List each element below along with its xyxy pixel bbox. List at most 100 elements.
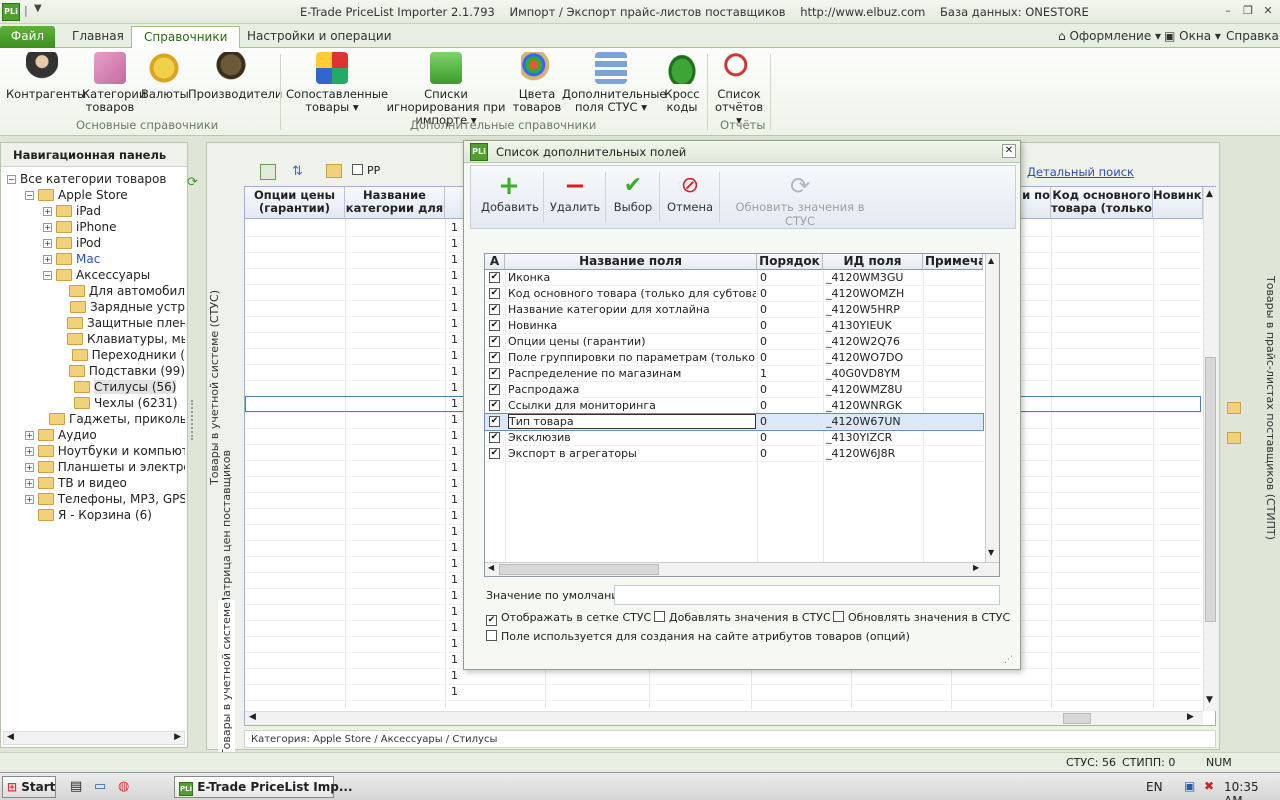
col-header-id[interactable]: ИД поля — [823, 254, 923, 270]
quick-launch-explorer-icon[interactable]: ▤ — [70, 779, 82, 794]
collapse-icon[interactable]: − — [43, 270, 52, 280]
field-order-cell[interactable]: 0 — [760, 383, 820, 396]
tree-node[interactable]: + iPad — [7, 203, 185, 219]
refresh-values-button[interactable]: ⟳ Обновить значения в СТУС — [725, 172, 875, 228]
side-tab-accounting[interactable]: Товары в учетной системе — [218, 600, 235, 759]
used-for-attrs-option[interactable]: Поле используется для создания на сайте … — [486, 630, 910, 643]
grid-vscroll-thumb[interactable] — [1205, 357, 1216, 622]
field-order-cell[interactable]: 0 — [760, 287, 820, 300]
field-id-cell[interactable]: _4120W6J8R — [826, 447, 922, 460]
grid-hscroll-thumb[interactable] — [1063, 713, 1091, 724]
tree-node[interactable]: + Телефоны, MP3, GPS — [7, 491, 185, 507]
tree-node[interactable]: + Ноутбуки и компьюте — [7, 443, 185, 459]
field-name-cell[interactable]: Распродажа — [508, 383, 756, 396]
splitter-handle[interactable] — [191, 400, 195, 440]
grid-row-value[interactable]: 1 — [451, 573, 458, 586]
app-logo-icon[interactable]: PLi — [2, 3, 20, 21]
matched-products-button[interactable]: Сопоставленные товары ▾ — [286, 52, 388, 114]
field-id-cell[interactable]: _4130YIEUK — [826, 319, 922, 332]
currencies-button[interactable]: Валюты — [141, 52, 189, 101]
colors-button[interactable]: Цвета товаров — [512, 52, 562, 114]
detailed-search-link[interactable]: Детальный поиск — [1027, 165, 1134, 179]
field-id-cell[interactable]: _4120W5HRP — [826, 303, 922, 316]
field-order-cell[interactable]: 0 — [760, 351, 820, 364]
expand-icon[interactable]: + — [25, 446, 34, 456]
grid-row-value[interactable]: 1 — [451, 221, 458, 234]
field-order-cell[interactable]: 0 — [760, 319, 820, 332]
update-values-option[interactable]: Обновлять значения в СТУС — [833, 611, 1010, 624]
field-row[interactable]: ✔ Распродажа 0 _4120WMZ8U — [485, 382, 983, 398]
grid-row-value[interactable]: 1 — [451, 605, 458, 618]
tab-references[interactable]: Справочники — [131, 26, 241, 48]
grid-row-value[interactable]: 1 — [451, 621, 458, 634]
field-name-cell[interactable]: Ссылки для мониторинга — [508, 399, 756, 412]
grid-vertical-scrollbar[interactable]: ▲ ▼ — [1203, 187, 1217, 711]
grid-row-value[interactable]: 1 — [451, 477, 458, 490]
close-button[interactable]: ✕ — [1260, 4, 1276, 18]
field-order-cell[interactable]: 0 — [760, 335, 820, 348]
grid-header[interactable]: и по — [1021, 187, 1051, 219]
field-id-cell[interactable]: _40G0VD8YM — [826, 367, 922, 380]
extra-fields-button[interactable]: Дополнительные поля СТУС ▾ — [562, 52, 667, 114]
tree-node[interactable]: Стилусы (56) — [7, 379, 185, 395]
grid-row-value[interactable]: 1 — [451, 253, 458, 266]
expand-icon[interactable]: + — [43, 238, 52, 248]
grid-header[interactable]: Опции цены (гарантии) — [245, 187, 345, 219]
col-header-name[interactable]: Название поля — [505, 254, 757, 270]
field-id-cell[interactable]: _4120WMZ8U — [826, 383, 922, 396]
scroll-left-icon[interactable]: ◀ — [7, 732, 14, 742]
scroll-right-icon[interactable]: ▶ — [1187, 712, 1194, 722]
windows-menu[interactable]: ▣ Окна ▾ — [1164, 29, 1221, 43]
minimize-button[interactable]: – — [1220, 4, 1236, 18]
tree-node[interactable]: − Все категории товаров — [7, 171, 185, 187]
network-icon[interactable]: ▣ — [1184, 779, 1195, 793]
grid-row-value[interactable]: 1 — [451, 317, 458, 330]
tree-node[interactable]: Защитные плен — [7, 315, 185, 331]
export-icon[interactable] — [260, 164, 276, 180]
volume-muted-icon[interactable]: ✖ — [1204, 779, 1214, 793]
tree-node[interactable]: + ТВ и видео — [7, 475, 185, 491]
tree-node[interactable]: Я - Корзина (6) — [7, 507, 185, 521]
field-order-cell[interactable]: 0 — [760, 303, 820, 316]
taskbar-app-button[interactable]: PLi E-Trade PriceList Imp... — [174, 776, 353, 798]
field-row[interactable]: ✔ Ссылки для мониторинга 0 _4120WNRGK — [485, 398, 983, 414]
used-for-attrs-checkbox[interactable] — [486, 630, 497, 641]
row-active-checkbox[interactable]: ✔ — [489, 368, 500, 379]
ignore-lists-button[interactable]: Списки игнорирования при импорте ▾ — [381, 52, 511, 127]
tab-settings[interactable]: Настройки и операции — [235, 26, 404, 48]
field-row[interactable]: ✔ Эксклюзив 0 _4130YIZCR — [485, 430, 983, 446]
table-horizontal-scrollbar[interactable]: ◀ ▶ — [485, 562, 999, 576]
update-values-checkbox[interactable] — [833, 611, 844, 622]
tree-node[interactable]: + Mac — [7, 251, 185, 267]
grid-row-value[interactable]: 1 — [451, 669, 458, 682]
grid-row-value[interactable]: 1 — [451, 269, 458, 282]
field-id-cell[interactable]: _4120WOMZH — [826, 287, 922, 300]
scroll-left-icon[interactable]: ◀ — [488, 563, 494, 572]
side-tab-price-matrix[interactable]: Матрица цен поставщиков — [220, 450, 233, 607]
language-indicator[interactable]: EN — [1146, 780, 1163, 794]
expand-icon[interactable]: + — [43, 222, 52, 232]
grid-row-value[interactable]: 1 — [451, 637, 458, 650]
scroll-left-icon[interactable]: ◀ — [249, 712, 256, 722]
tab-home[interactable]: Главная — [60, 26, 136, 48]
field-name-cell[interactable]: Опции цены (гарантии) — [508, 335, 756, 348]
field-row[interactable]: ✔ Распределение по магазинам 1 _40G0VD8YM — [485, 366, 983, 382]
collapse-icon[interactable]: − — [25, 190, 34, 200]
field-id-cell[interactable]: _4120W2Q76 — [826, 335, 922, 348]
col-header-active[interactable]: А — [485, 254, 505, 270]
tree-node[interactable]: Переходники ( — [7, 347, 185, 363]
expand-icon[interactable]: + — [25, 478, 34, 488]
row-active-checkbox[interactable]: ✔ — [489, 432, 500, 443]
expand-icon[interactable]: + — [25, 494, 34, 504]
tree-node[interactable]: + Планшеты и электрон — [7, 459, 185, 475]
tree-node[interactable]: Зарядные устр — [7, 299, 185, 315]
add-button[interactable]: + Добавить — [481, 172, 539, 214]
field-order-cell[interactable]: 1 — [760, 367, 820, 380]
clock[interactable]: 10:35 AM — [1224, 780, 1280, 800]
table-vertical-scrollbar[interactable]: ▲ ▼ — [985, 254, 999, 562]
tab-file[interactable]: Файл — [0, 26, 55, 48]
field-id-cell[interactable]: _4120W67UN — [826, 415, 922, 428]
grid-row-value[interactable]: 1 — [451, 349, 458, 362]
scroll-down-icon[interactable]: ▼ — [1206, 695, 1213, 705]
scroll-right-icon[interactable]: ▶ — [973, 563, 979, 572]
